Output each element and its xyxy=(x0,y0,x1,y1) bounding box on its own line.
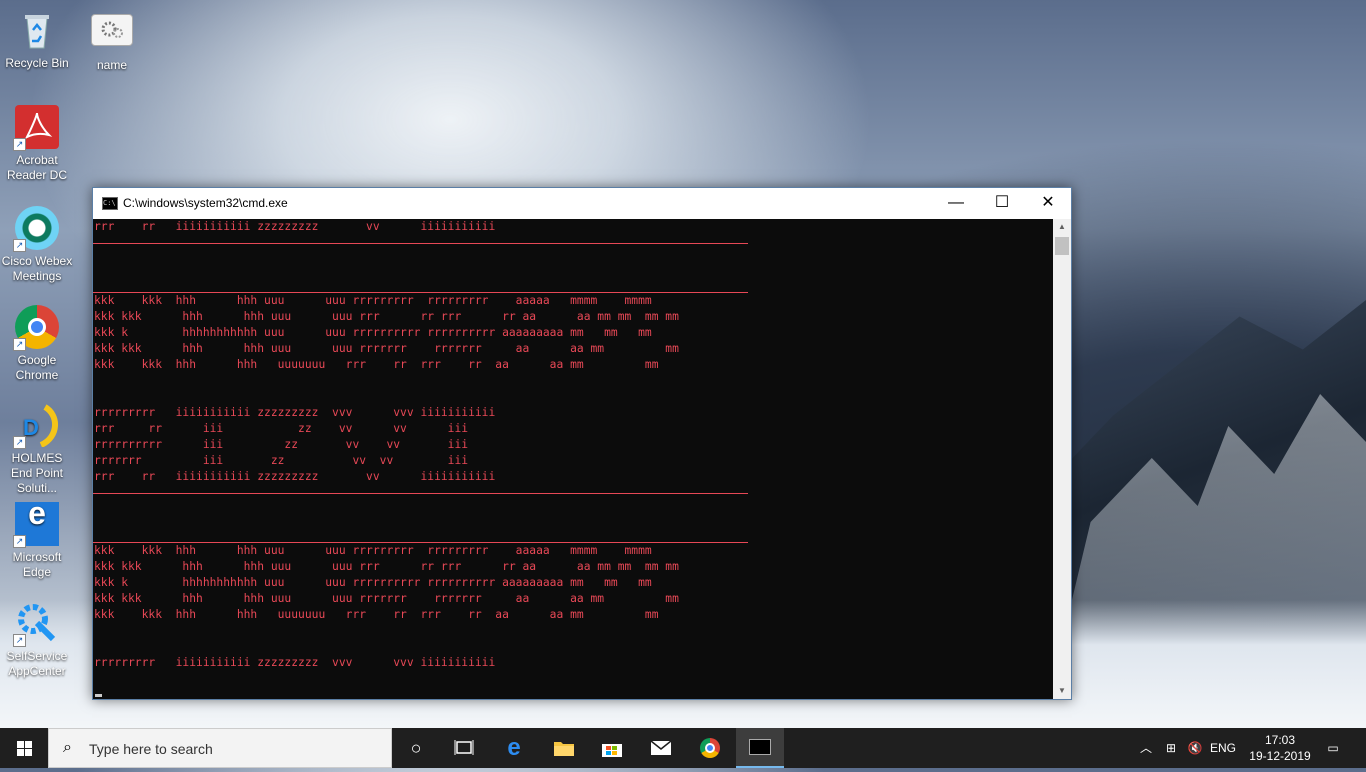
shortcut-arrow-icon: ↗ xyxy=(13,535,26,548)
cortana-circle-icon: ○ xyxy=(410,738,422,758)
console-line: rrr rr iiiiiiiiiii zzzzzzzzz vv iiiiiiii… xyxy=(94,220,496,233)
recycle-bin-icon xyxy=(15,8,59,52)
settings-file-icon xyxy=(91,14,133,46)
console-blank xyxy=(93,244,1053,284)
desktop-icon-label: Recycle Bin xyxy=(5,56,69,70)
minimize-button[interactable]: — xyxy=(933,188,979,219)
taskbar-cmd-button[interactable] xyxy=(736,728,784,768)
desktop-icon-edge[interactable]: e ↗ Microsoft Edge xyxy=(0,497,74,580)
webex-icon: ↗ xyxy=(13,206,59,252)
search-icon: ⌕ xyxy=(63,739,72,756)
close-button[interactable]: ✕ xyxy=(1025,188,1071,219)
desktop-icon-label: Google Chrome xyxy=(15,353,59,382)
desktop-icon-label: SelfService AppCenter xyxy=(6,649,68,678)
language-label: ENG xyxy=(1209,741,1236,755)
action-center-button[interactable]: ▭ xyxy=(1318,728,1348,768)
start-button[interactable] xyxy=(0,728,48,768)
desktop-icon-acrobat[interactable]: ↗ Acrobat Reader DC xyxy=(0,105,74,183)
wrench-gear-icon: ↗ xyxy=(13,601,59,647)
chrome-icon xyxy=(700,738,720,758)
window-title: C:\windows\system32\cmd.exe xyxy=(123,196,288,210)
console-block: kkk kkk hhh hhh uuu uuu rrrrrrrrr rrrrrr… xyxy=(94,544,679,669)
search-placeholder: Type here to search xyxy=(89,741,213,757)
console-separator xyxy=(93,485,748,494)
search-box[interactable]: ⌕ Type here to search xyxy=(48,728,392,768)
desktop-icon-label: Microsoft Edge xyxy=(12,550,62,579)
desktop-icon-holmes[interactable]: D ↗ HOLMES End Point Soluti... xyxy=(0,403,74,496)
console-cursor xyxy=(95,694,102,697)
task-view-icon xyxy=(454,740,474,755)
console-separator xyxy=(93,235,748,244)
desktop-icon-webex[interactable]: ↗ Cisco Webex Meetings xyxy=(0,206,74,284)
window-titlebar[interactable]: C:\ C:\windows\system32\cmd.exe — ☐ ✕ xyxy=(93,188,1071,219)
scroll-up-icon[interactable]: ▲ xyxy=(1053,219,1071,235)
task-view-icon-button[interactable] xyxy=(440,728,488,768)
console-scrollbar[interactable]: ▲ ▼ xyxy=(1053,219,1071,699)
clock-date: 19-12-2019 xyxy=(1249,749,1311,763)
folder-icon xyxy=(554,742,574,756)
shortcut-arrow-icon: ↗ xyxy=(13,239,26,252)
maximize-button[interactable]: ☐ xyxy=(979,188,1025,219)
console-output[interactable]: rrr rr iiiiiiiiiii zzzzzzzzz vv iiiiiiii… xyxy=(93,219,1053,699)
desktop-icon-label: Acrobat Reader DC xyxy=(6,153,68,182)
close-icon: ✕ xyxy=(1041,194,1055,211)
clock[interactable]: 17:03 19-12-2019 xyxy=(1240,732,1320,764)
cmd-app-icon: C:\ xyxy=(102,197,118,210)
desktop-icon-chrome[interactable]: ↗ Google Chrome xyxy=(0,305,74,383)
taskbar-mail-button[interactable] xyxy=(637,728,685,768)
network-icon: ⊞ xyxy=(1165,741,1177,755)
console-separator xyxy=(93,534,748,543)
cmd-icon xyxy=(749,739,771,755)
chevron-up-icon: ︿ xyxy=(1139,741,1152,755)
desktop-icon-label: Cisco Webex Meetings xyxy=(1,254,73,283)
store-icon xyxy=(602,744,622,757)
shortcut-arrow-icon: ↗ xyxy=(13,634,26,647)
language-indicator[interactable]: ENG xyxy=(1206,728,1240,768)
cmd-window[interactable]: C:\ C:\windows\system32\cmd.exe — ☐ ✕ rr… xyxy=(92,187,1072,700)
taskbar-store-button[interactable] xyxy=(588,728,636,768)
desktop-icon-label: name xyxy=(96,58,128,72)
desktop-icon-selfservice[interactable]: ↗ SelfService AppCenter xyxy=(0,601,74,679)
notification-icon: ▭ xyxy=(1327,741,1339,755)
minimize-icon: — xyxy=(948,194,964,211)
chrome-icon: ↗ xyxy=(13,305,59,351)
volume-button[interactable]: 🔇 xyxy=(1184,728,1206,768)
volume-muted-icon: 🔇 xyxy=(1187,741,1203,755)
taskbar-file-explorer-button[interactable] xyxy=(540,728,588,768)
desktop-icon-label: HOLMES End Point Soluti... xyxy=(10,451,64,495)
scroll-down-icon[interactable]: ▼ xyxy=(1053,683,1071,699)
mail-icon xyxy=(650,740,672,755)
console-blank xyxy=(93,494,1053,534)
edge-icon: e ↗ xyxy=(13,497,59,548)
taskbar-chrome-button[interactable] xyxy=(686,728,734,768)
desktop-icon-name[interactable]: name xyxy=(75,8,149,73)
holmes-icon: D ↗ xyxy=(13,403,59,449)
shortcut-arrow-icon: ↗ xyxy=(13,436,26,449)
windows-logo-icon xyxy=(17,741,32,756)
edge-icon: e xyxy=(507,734,521,761)
acrobat-icon: ↗ xyxy=(13,105,59,151)
shortcut-arrow-icon: ↗ xyxy=(13,138,26,151)
console-block: kkk kkk hhh hhh uuu uuu rrrrrrrrr rrrrrr… xyxy=(94,294,679,483)
scroll-thumb[interactable] xyxy=(1055,237,1069,255)
network-button[interactable]: ⊞ xyxy=(1160,728,1182,768)
console-separator xyxy=(93,284,748,293)
maximize-icon: ☐ xyxy=(994,194,1010,211)
shortcut-arrow-icon: ↗ xyxy=(13,338,26,351)
task-view-button[interactable]: ○ xyxy=(392,728,440,768)
taskbar-edge-button[interactable]: e xyxy=(490,728,538,768)
show-hidden-icons-button[interactable]: ︿ xyxy=(1136,728,1156,768)
taskbar: ⌕ Type here to search ○ e ︿ ⊞ 🔇 ENG 17:0… xyxy=(0,728,1366,768)
desktop-icon-recycle-bin[interactable]: Recycle Bin xyxy=(0,8,74,71)
clock-time: 17:03 xyxy=(1264,733,1296,747)
